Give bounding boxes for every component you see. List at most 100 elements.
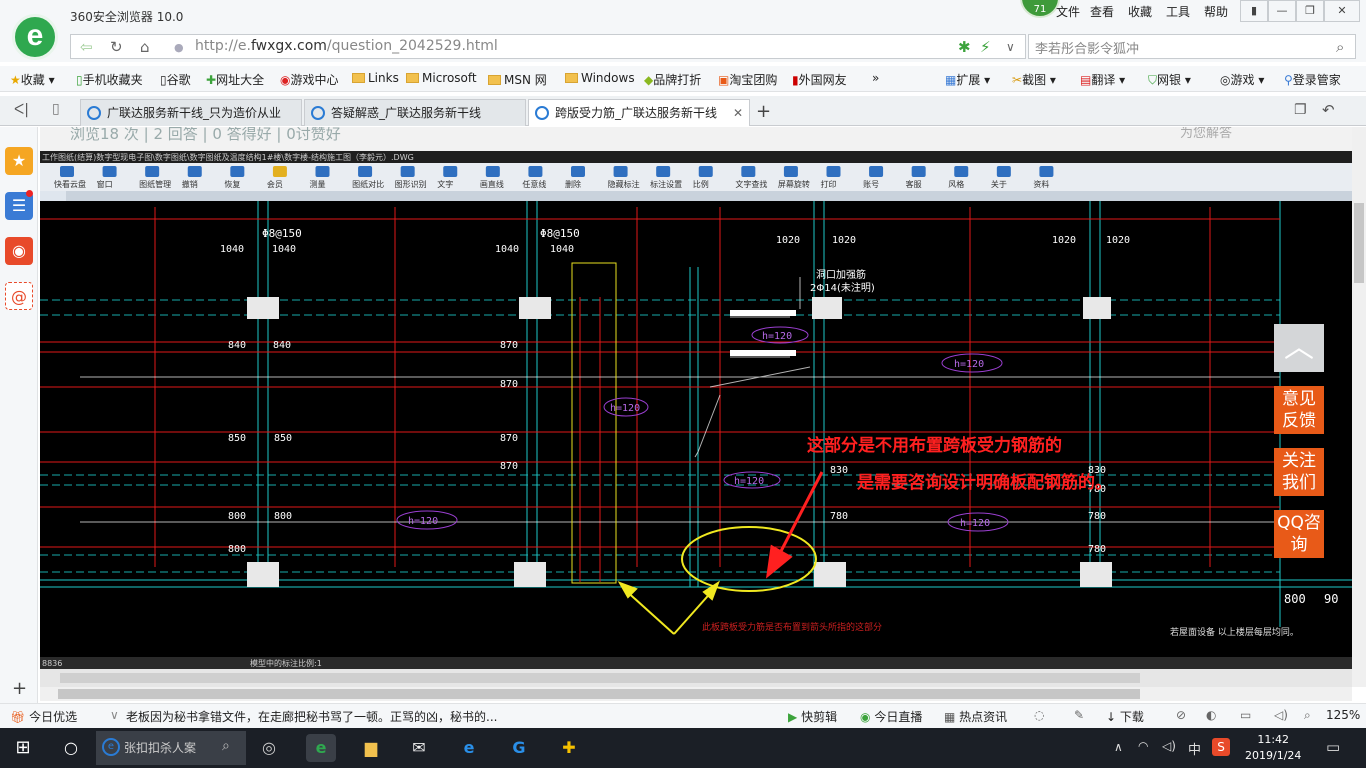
back-icon[interactable]: ⇦ — [80, 38, 93, 56]
pin-icon[interactable]: ✎ — [1074, 708, 1084, 722]
speedup-icon[interactable]: ◐ — [1206, 708, 1216, 722]
expand-icon[interactable]: ∨ — [110, 708, 119, 722]
cad-toolbar-label: 屏幕旋转 — [778, 179, 810, 189]
screenshot-button[interactable]: ✂截图 ▾ — [1012, 71, 1056, 88]
back-to-top-button[interactable]: ︿ — [1274, 324, 1324, 372]
bookmark-google[interactable]: ▯谷歌 — [160, 71, 191, 88]
new-tab-button[interactable]: + — [756, 101, 771, 122]
weibo-icon[interactable]: ◉ — [5, 237, 33, 265]
bookmark-microsoft[interactable]: Microsoft — [406, 71, 477, 85]
page-content: 浏览18 次 | 2 回答 | 0 答得好 | 0讨赞好 为您解答 工作图纸(结… — [40, 127, 1352, 687]
360-browser-icon[interactable]: e — [306, 734, 336, 762]
edge-icon[interactable]: e — [454, 734, 484, 762]
bookmark-taobao[interactable]: ▣淘宝团购 — [718, 71, 777, 88]
bookmark-msn[interactable]: MSN 网 — [488, 71, 547, 88]
notification-center-icon[interactable]: ▭ — [1326, 738, 1340, 756]
site-info-icon[interactable]: ● — [174, 41, 184, 54]
gamepad-icon: ◎ — [1220, 73, 1231, 87]
feedback-button[interactable]: 意见反馈 — [1274, 386, 1324, 434]
search-input[interactable]: 李若彤合影令狐冲 — [1035, 38, 1139, 57]
tab-active-rebar[interactable]: 跨版受力筋_广联达服务新干线 ✕ — [528, 99, 750, 126]
close-button[interactable]: ✕ — [1324, 0, 1360, 22]
translate-button[interactable]: ▤翻译 ▾ — [1080, 71, 1125, 88]
menu-help[interactable]: 帮助 — [1204, 3, 1228, 20]
extensions-button[interactable]: ▦扩展 ▾ — [945, 71, 990, 88]
minimize-button[interactable]: — — [1268, 0, 1296, 22]
wifi-icon[interactable]: ◠ — [1138, 739, 1148, 753]
mail-icon[interactable]: @ — [5, 282, 33, 310]
cad-toolbar-label: 比例 — [693, 179, 709, 189]
ime-indicator[interactable]: 中 — [1188, 739, 1201, 758]
sidebar-toggle-icon[interactable]: ᐸ| — [14, 102, 29, 118]
tray-expand-icon[interactable]: ∧ — [1114, 740, 1123, 754]
bookmark-games[interactable]: ◉游戏中心 — [280, 71, 339, 88]
sogou-icon[interactable]: S — [1212, 738, 1230, 756]
zoom-level[interactable]: 125% — [1326, 708, 1360, 722]
follow-us-button[interactable]: 关注我们 — [1274, 448, 1324, 496]
menu-file[interactable]: 文件 — [1056, 3, 1080, 20]
live-button[interactable]: ◉ 今日直播 — [860, 708, 922, 725]
skin-button[interactable]: ▮ — [1240, 0, 1268, 22]
search-icon[interactable]: ⌕ — [1336, 38, 1344, 56]
game-icon: ◉ — [280, 73, 291, 87]
browser-icon[interactable]: ◌ — [1034, 708, 1044, 722]
tab-guanglianda-home[interactable]: 广联达服务新干线_只为造价从业 — [80, 99, 302, 126]
games-button[interactable]: ◎游戏 ▾ — [1220, 71, 1264, 88]
menu-view[interactable]: 查看 — [1090, 3, 1114, 20]
add-sidebar-icon[interactable]: + — [12, 678, 27, 699]
360-security-icon[interactable]: ✚ — [554, 734, 584, 762]
url-text[interactable]: http://e.fwxgx.com/question_2042529.html — [195, 38, 498, 54]
zoom-icon[interactable]: ⌕ — [1304, 708, 1311, 723]
bookmark-foreign[interactable]: ▮外国网友 — [792, 71, 847, 88]
rebar-label: Φ8@150 — [540, 227, 580, 240]
quick-edit-button[interactable]: ▶ 快剪辑 — [788, 708, 837, 725]
news-ticker[interactable]: 老板因为秘书拿错文件，在走廊把秘书骂了一顿。正骂的凶，秘书的... — [126, 708, 506, 725]
home-icon[interactable]: ⌂ — [140, 38, 150, 56]
bookmark-links[interactable]: Links — [352, 71, 399, 85]
horizontal-scrollbar[interactable] — [40, 687, 1352, 701]
window-icon[interactable]: ▭ — [1240, 708, 1251, 722]
close-tab-icon[interactable]: ✕ — [733, 100, 743, 126]
volume-icon[interactable]: ◁) — [1274, 708, 1288, 722]
clock[interactable]: 11:42 2019/1/24 — [1245, 732, 1301, 764]
download-button[interactable]: ↓ 下载 — [1106, 708, 1144, 725]
tab-list-icon[interactable]: ❐ — [1294, 102, 1307, 118]
windows-start-icon[interactable]: ⊞ — [8, 734, 38, 762]
more-bookmarks-button[interactable]: » — [872, 71, 879, 85]
security-icon[interactable]: ✱ — [958, 38, 971, 56]
dim-label: 1020 — [832, 235, 856, 246]
bookmark-mobile[interactable]: ▯手机收藏夹 — [76, 71, 143, 88]
qq-consult-button[interactable]: QQ咨询 — [1274, 510, 1324, 558]
cortana-icon[interactable]: ○ — [56, 734, 86, 762]
maximize-button[interactable]: ❐ — [1296, 0, 1324, 22]
login-manager-button[interactable]: ⚲登录管家 — [1284, 71, 1341, 88]
bookmark-windows[interactable]: Windows — [565, 71, 635, 85]
vertical-scrollbar[interactable] — [1352, 127, 1366, 687]
weather-icon[interactable]: ◎ — [254, 734, 284, 762]
phone-icon: ▯ — [76, 73, 83, 87]
cad-toolbar-icon — [60, 166, 74, 177]
menu-favorites[interactable]: 收藏 — [1128, 3, 1152, 20]
menu-tools[interactable]: 工具 — [1166, 3, 1190, 20]
chevron-down-icon[interactable]: ∨ — [1006, 40, 1015, 54]
glodon-icon[interactable]: G — [504, 734, 534, 762]
tab-qa[interactable]: 答疑解惑_广联达服务新干线 — [304, 99, 526, 126]
ie-icon — [87, 106, 101, 120]
mobile-icon[interactable]: ▯ — [52, 101, 60, 117]
speed-icon[interactable]: ⚡ — [980, 38, 991, 56]
cad-status-left: 8836 — [42, 659, 62, 668]
refresh-icon[interactable]: ↻ — [110, 38, 123, 56]
speaker-icon[interactable]: ◁) — [1162, 739, 1176, 753]
bookmark-hao[interactable]: ✚网址大全 — [206, 71, 264, 88]
bank-button[interactable]: ⛉网银 ▾ — [1148, 71, 1191, 88]
undo-close-icon[interactable]: ↶ — [1322, 101, 1335, 119]
mail-app-icon[interactable]: ✉ — [404, 734, 434, 762]
favorites-icon[interactable]: ★ — [5, 147, 33, 175]
bookmark-favorites[interactable]: ★收藏 ▾ — [10, 71, 55, 88]
clean-icon[interactable]: ⊘ — [1176, 708, 1186, 722]
file-explorer-icon[interactable]: ▆ — [356, 734, 386, 762]
search-icon[interactable]: ⌕ — [222, 738, 230, 754]
bookmark-brand[interactable]: ◆品牌打折 — [644, 71, 701, 88]
daily-picks[interactable]: 🎁︎ 今日优选 — [10, 708, 77, 725]
hot-news-button[interactable]: ▦ 热点资讯 — [944, 708, 1007, 725]
